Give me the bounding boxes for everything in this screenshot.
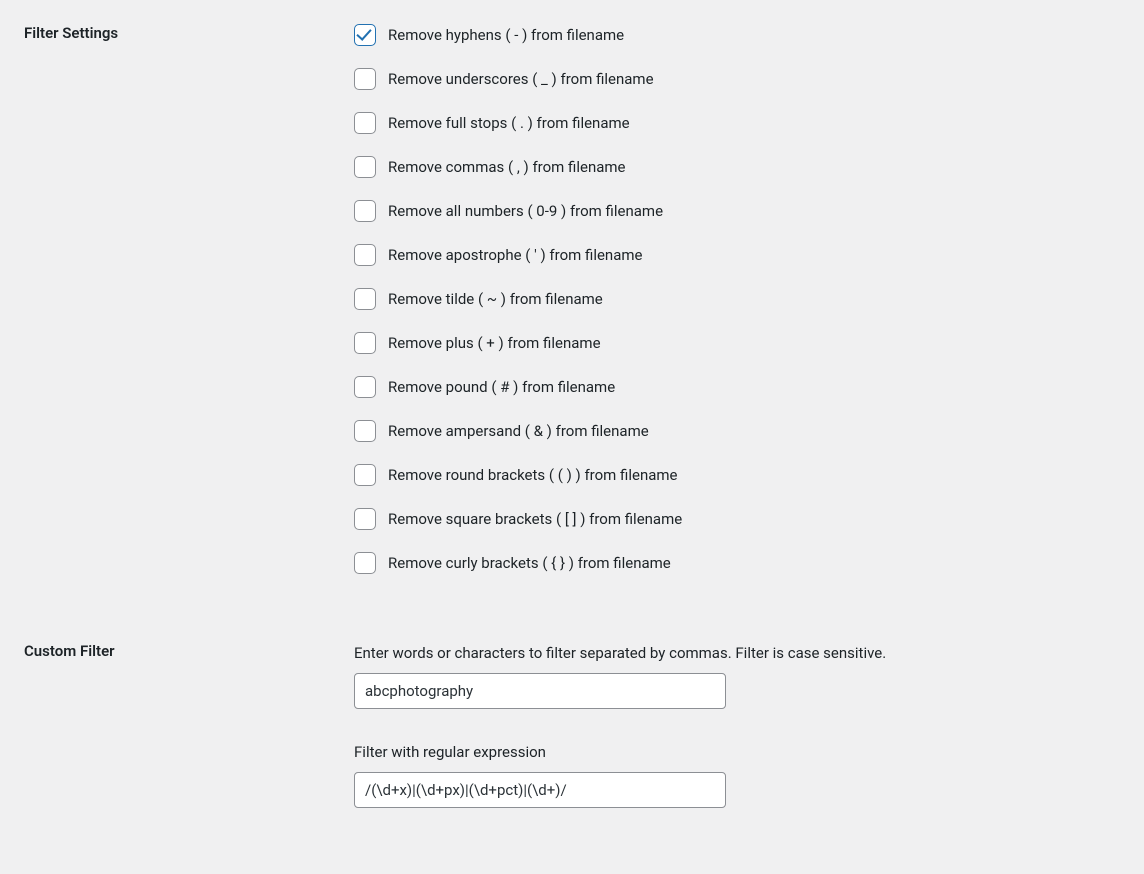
filter-settings-heading: Filter Settings — [24, 24, 354, 594]
filter-option-row: Remove plus ( + ) from filename — [354, 332, 1110, 354]
custom-filter-regex-description: Filter with regular expression — [354, 741, 1110, 764]
filter-option-checkbox[interactable] — [354, 508, 376, 530]
filter-option-row: Remove ampersand ( & ) from filename — [354, 420, 1110, 442]
filter-option-label[interactable]: Remove square brackets ( [ ] ) from file… — [388, 510, 682, 528]
filter-option-label[interactable]: Remove commas ( , ) from filename — [388, 158, 626, 176]
filter-option-checkbox[interactable] — [354, 200, 376, 222]
filter-option-row: Remove tilde ( ~ ) from filename — [354, 288, 1110, 310]
filter-option-checkbox[interactable] — [354, 332, 376, 354]
filter-option-row: Remove commas ( , ) from filename — [354, 156, 1110, 178]
filter-option-label[interactable]: Remove plus ( + ) from filename — [388, 334, 601, 352]
filter-option-row: Remove pound ( # ) from filename — [354, 376, 1110, 398]
section-spacer — [24, 594, 1120, 642]
custom-filter-regex-input[interactable] — [354, 772, 726, 809]
filter-option-checkbox[interactable] — [354, 376, 376, 398]
filter-option-label[interactable]: Remove all numbers ( 0-9 ) from filename — [388, 202, 663, 220]
filter-option-checkbox[interactable] — [354, 68, 376, 90]
custom-filter-words-input[interactable] — [354, 673, 726, 710]
filter-option-checkbox[interactable] — [354, 420, 376, 442]
filter-option-row: Remove square brackets ( [ ] ) from file… — [354, 508, 1110, 530]
filter-option-checkbox[interactable] — [354, 552, 376, 574]
filter-option-row: Remove hyphens ( - ) from filename — [354, 24, 1110, 46]
filter-option-label[interactable]: Remove apostrophe ( ' ) from filename — [388, 246, 642, 264]
filter-option-checkbox[interactable] — [354, 24, 376, 46]
filter-option-label[interactable]: Remove pound ( # ) from filename — [388, 378, 615, 396]
filter-option-row: Remove round brackets ( ( ) ) from filen… — [354, 464, 1110, 486]
filter-option-label[interactable]: Remove tilde ( ~ ) from filename — [388, 290, 603, 308]
filter-option-row: Remove underscores ( _ ) from filename — [354, 68, 1110, 90]
filter-option-label[interactable]: Remove round brackets ( ( ) ) from filen… — [388, 466, 678, 484]
custom-filter-words-description: Enter words or characters to filter sepa… — [354, 642, 1110, 665]
custom-filter-regex-block: Filter with regular expression — [354, 741, 1110, 808]
filter-option-checkbox[interactable] — [354, 156, 376, 178]
filter-option-checkbox[interactable] — [354, 112, 376, 134]
filter-option-label[interactable]: Remove ampersand ( & ) from filename — [388, 422, 649, 440]
filter-option-label[interactable]: Remove curly brackets ( { } ) from filen… — [388, 554, 671, 572]
filter-option-row: Remove all numbers ( 0-9 ) from filename — [354, 200, 1110, 222]
filter-option-row: Remove curly brackets ( { } ) from filen… — [354, 552, 1110, 574]
filter-option-row: Remove apostrophe ( ' ) from filename — [354, 244, 1110, 266]
filter-option-checkbox[interactable] — [354, 464, 376, 486]
filter-option-checkbox[interactable] — [354, 244, 376, 266]
custom-filter-words-block: Enter words or characters to filter sepa… — [354, 642, 1110, 709]
filter-option-row: Remove full stops ( . ) from filename — [354, 112, 1110, 134]
filter-option-label[interactable]: Remove underscores ( _ ) from filename — [388, 70, 654, 88]
filter-option-label[interactable]: Remove hyphens ( - ) from filename — [388, 26, 624, 44]
settings-form-table: Filter Settings Remove hyphens ( - ) fro… — [24, 24, 1120, 828]
filter-settings-options: Remove hyphens ( - ) from filename Remove… — [354, 24, 1120, 594]
filter-option-label[interactable]: Remove full stops ( . ) from filename — [388, 114, 630, 132]
custom-filter-fields: Enter words or characters to filter sepa… — [354, 642, 1120, 828]
filter-option-checkbox[interactable] — [354, 288, 376, 310]
custom-filter-heading: Custom Filter — [24, 642, 354, 828]
